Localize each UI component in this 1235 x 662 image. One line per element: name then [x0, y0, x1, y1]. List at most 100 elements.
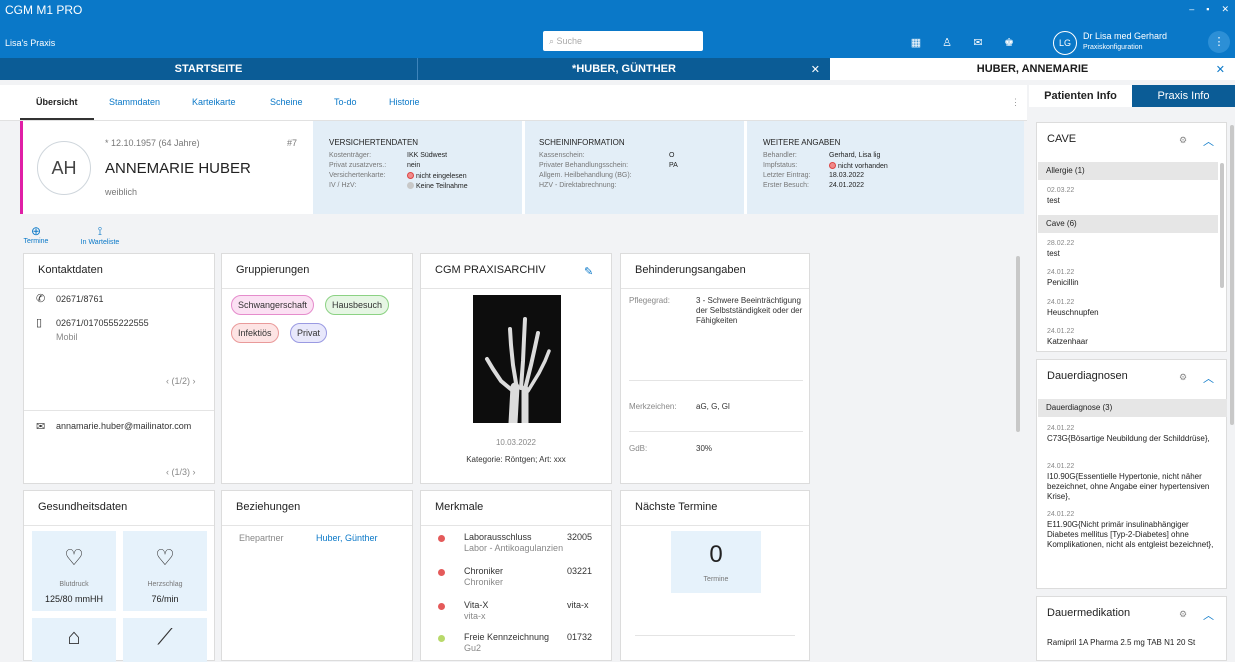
cave-card: CAVE ⚙ ︿ Allergie (1) 02.03.22 test Cave… — [1036, 122, 1227, 352]
relation-link[interactable]: Huber, Günther — [316, 533, 378, 543]
heart-rate-icon: ♡ — [155, 545, 175, 570]
termine-action[interactable]: ⊕ Termine — [20, 224, 52, 245]
minimize-icon[interactable]: – — [1189, 4, 1194, 15]
collapse-icon[interactable]: ︿ — [1203, 370, 1214, 386]
dauermedikation-card: Dauermedikation ⚙ ︿ Ramipril 1A Pharma 2… — [1036, 596, 1227, 661]
allergie-group[interactable]: Allergie (1) — [1038, 162, 1218, 180]
status-dot — [438, 635, 445, 642]
app-title: CGM M1 PRO — [5, 3, 83, 17]
user-name: Dr Lisa med Gerhard — [1083, 31, 1168, 41]
weitere-angaben-section: WEITERE ANGABEN Behandler: Gerhard, Lisa … — [747, 121, 1024, 214]
subnav-stammdaten[interactable]: Stammdaten — [109, 97, 160, 107]
patient-name: ANNEMARIE HUBER — [105, 160, 251, 177]
subnav-scheine[interactable]: Scheine — [270, 97, 303, 107]
email-address[interactable]: annamarie.huber@mailinator.com — [56, 421, 191, 431]
gdb-value: 30% — [696, 444, 713, 453]
waitlist-icon: ⟟ — [97, 224, 103, 238]
patient-gender: weiblich — [105, 187, 138, 197]
search-input[interactable]: ⌕ Suche — [543, 31, 703, 51]
settings-icon[interactable]: ⚙ — [1179, 609, 1187, 620]
status-dot — [407, 182, 414, 189]
collapse-icon[interactable]: ︿ — [1203, 607, 1214, 623]
people-icon[interactable]: ♚ — [998, 31, 1020, 53]
person-icon[interactable]: ♙ — [936, 31, 958, 53]
cave-group[interactable]: Cave (6) — [1038, 215, 1218, 233]
pflegegrad-label: Pflegegrad: — [629, 296, 670, 305]
subnav-more-icon[interactable]: ⋮ — [1011, 97, 1020, 108]
email-pager[interactable]: ‹ (1/3) › — [166, 467, 196, 477]
tab-huber-guenther[interactable]: *HUBER, GÜNTHER ✕ — [418, 58, 830, 80]
pflegegrad-value: 3 - Schwere Beeinträchtigung der Selbsts… — [696, 296, 803, 325]
status-dot — [407, 172, 414, 179]
group-tag[interactable]: Infektiös — [231, 323, 279, 343]
collapse-icon[interactable]: ︿ — [1203, 133, 1214, 149]
gesundheitsdaten-card: Gesundheitsdaten ♡ Blutdruck 125/80 mmHH ♡… — [23, 490, 215, 662]
dauerdiagnose-group[interactable]: Dauerdiagnose (3) — [1038, 399, 1227, 417]
termine-count: 0 — [709, 541, 723, 568]
phone-pager[interactable]: ‹ (1/2) › — [166, 376, 196, 386]
card-title: CAVE — [1047, 133, 1077, 145]
close-tab-icon[interactable]: ✕ — [1216, 63, 1225, 76]
patient-avatar: AH — [37, 141, 91, 195]
praxisarchiv-card: CGM PRAXISARCHIV ✎ 10.03.2022 Kategorie:… — [420, 253, 612, 484]
card-title: Nächste Termine — [635, 501, 718, 513]
group-tag[interactable]: Schwangerschaft — [231, 295, 315, 315]
scheininformation-section: SCHEININFORMATION Kassenschein: O Private… — [525, 121, 744, 214]
trend-chart-icon: ⟋ — [157, 624, 173, 649]
tab-praxis-info[interactable]: Praxis Info — [1132, 85, 1235, 107]
email-icon: ✉ — [36, 421, 46, 433]
sub-navigation: Übersicht Stammdaten Karteikarte Scheine… — [0, 85, 1027, 121]
blood-pressure-icon: ♡ — [64, 545, 84, 570]
subnav-historie[interactable]: Historie — [389, 97, 420, 107]
subnav-uebersicht[interactable]: Übersicht — [36, 97, 78, 107]
main-scrollbar[interactable] — [1016, 256, 1020, 432]
weight-tile[interactable]: ⌂ — [32, 618, 116, 662]
group-tag[interactable]: Hausbesuch — [325, 295, 390, 315]
blutdruck-tile[interactable]: ♡ Blutdruck 125/80 mmHH — [32, 531, 116, 611]
xray-image-thumbnail[interactable] — [473, 295, 561, 423]
status-dot — [829, 162, 836, 169]
mobile-number[interactable]: 02671/0170555222555 — [56, 318, 149, 328]
maximize-icon[interactable]: ▪ — [1206, 4, 1209, 15]
card-title: Beziehungen — [236, 501, 301, 513]
settings-icon[interactable]: ⚙ — [1179, 372, 1187, 383]
more-menu-icon[interactable]: ⋮ — [1208, 31, 1230, 53]
user-subtitle: Praxiskonfiguration — [1083, 44, 1143, 51]
gdb-label: GdB: — [629, 444, 648, 453]
cave-scrollbar[interactable] — [1220, 163, 1224, 288]
patient-number: #7 — [287, 138, 298, 148]
subnav-todo[interactable]: To-do — [334, 97, 357, 107]
relation-type: Ehepartner — [239, 533, 284, 543]
card-title: Gruppierungen — [236, 264, 310, 276]
tab-patienten-info[interactable]: Patienten Info — [1029, 85, 1132, 107]
card-title: Behinderungsangaben — [635, 264, 746, 276]
trend-tile[interactable]: ⟋ — [123, 618, 207, 662]
tab-huber-annemarie[interactable]: HUBER, ANNEMARIE ✕ — [830, 58, 1235, 80]
close-window-icon[interactable]: ✕ — [1221, 4, 1229, 15]
right-scrollbar[interactable] — [1230, 125, 1234, 425]
herzschlag-tile[interactable]: ♡ Herzschlag 76/min — [123, 531, 207, 611]
calendar-icon[interactable]: ▦ — [905, 31, 927, 53]
mobile-label: Mobil — [56, 332, 78, 342]
user-avatar[interactable]: LG — [1053, 31, 1077, 55]
settings-icon[interactable]: ⚙ — [1179, 135, 1187, 146]
warteliste-action[interactable]: ⟟ In Warteliste — [70, 224, 130, 246]
group-tag[interactable]: Privat — [290, 323, 328, 343]
mobile-icon: ▯ — [36, 317, 43, 329]
termine-count-tile[interactable]: 0 Termine — [671, 531, 761, 593]
behinderungsangaben-card: Behinderungsangaben Pflegegrad: 3 - Schw… — [620, 253, 810, 484]
tab-startseite[interactable]: STARTSEITE — [0, 58, 418, 80]
edit-icon[interactable]: ✎ — [584, 265, 593, 278]
merkzeichen-label: Merkzeichen: — [629, 402, 677, 411]
section-title: WEITERE ANGABEN — [763, 138, 841, 147]
section-title: SCHEININFORMATION — [539, 138, 625, 147]
close-tab-icon[interactable]: ✕ — [811, 63, 820, 76]
practice-name: Lisa's Praxis — [5, 38, 56, 48]
medication-entry: Ramipril 1A Pharma 2.5 mg TAB N1 20 St — [1047, 638, 1196, 647]
patient-dob: * 12.10.1957 (64 Jahre) — [105, 138, 200, 148]
phone-number[interactable]: 02671/8761 — [56, 294, 104, 304]
naechste-termine-card: Nächste Termine 0 Termine — [620, 490, 810, 661]
message-icon[interactable]: ✉ — [967, 31, 989, 53]
subnav-karteikarte[interactable]: Karteikarte — [192, 97, 236, 107]
status-dot — [438, 603, 445, 610]
